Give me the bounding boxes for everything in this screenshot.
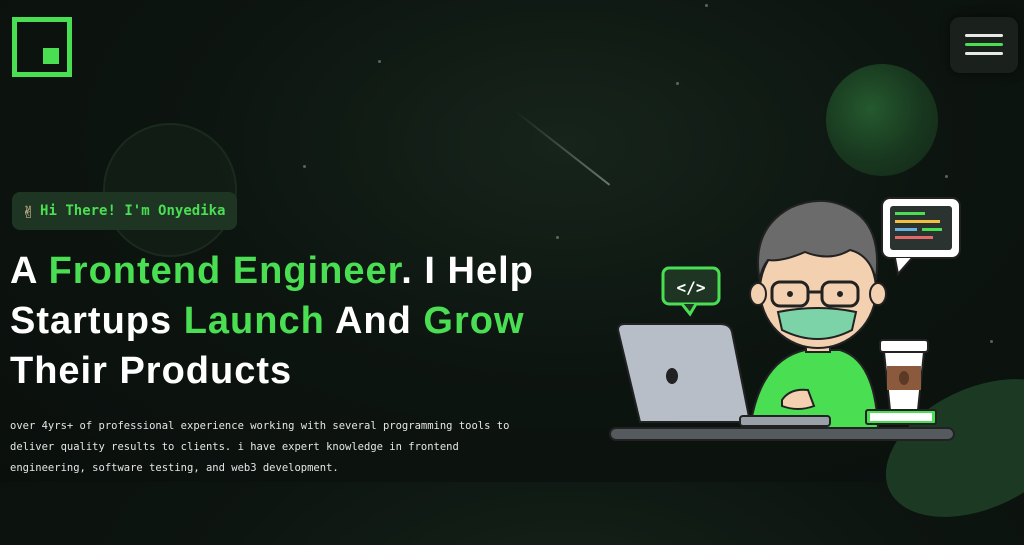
- coffee-cup-icon: [879, 339, 929, 411]
- headline-text: Their Products: [10, 350, 293, 392]
- greeting-badge: ✌ Hi There! I'm Onyedika: [12, 192, 238, 230]
- victory-hand-icon: ✌: [22, 199, 35, 223]
- background-planet: [826, 64, 938, 176]
- developer-illustration: </>: [609, 197, 961, 441]
- greeting-text: Hi There! I'm Onyedika: [40, 203, 226, 219]
- hero-headline: A Frontend Engineer. I Help Startups Lau…: [10, 246, 570, 396]
- background-star: [556, 236, 559, 239]
- headline-highlight: Launch: [183, 300, 325, 342]
- menu-line: [965, 43, 1003, 46]
- headline-text: A: [10, 250, 49, 292]
- background-star: [303, 165, 306, 168]
- background-star: [990, 340, 993, 343]
- monitor-bubble-icon: [881, 197, 961, 277]
- background-planet: [103, 123, 237, 257]
- shooting-star: [514, 110, 611, 186]
- svg-text:</>: </>: [677, 278, 706, 297]
- site-logo[interactable]: [12, 17, 72, 77]
- menu-line: [965, 34, 1003, 37]
- code-bubble-icon: </>: [661, 266, 721, 317]
- headline-highlight: Grow: [423, 300, 525, 342]
- background-star: [378, 60, 381, 63]
- headline-text: And: [324, 300, 424, 342]
- headline-text: Startups: [10, 300, 184, 342]
- headline-text: . I Help: [401, 250, 534, 292]
- hero-bio: over 4yrs+ of professional experience wo…: [10, 420, 510, 474]
- menu-button[interactable]: [950, 17, 1018, 73]
- background-star: [676, 82, 679, 85]
- background-star: [705, 4, 708, 7]
- headline-highlight: Frontend Engineer: [48, 250, 402, 292]
- background-star: [945, 175, 948, 178]
- menu-line: [965, 52, 1003, 55]
